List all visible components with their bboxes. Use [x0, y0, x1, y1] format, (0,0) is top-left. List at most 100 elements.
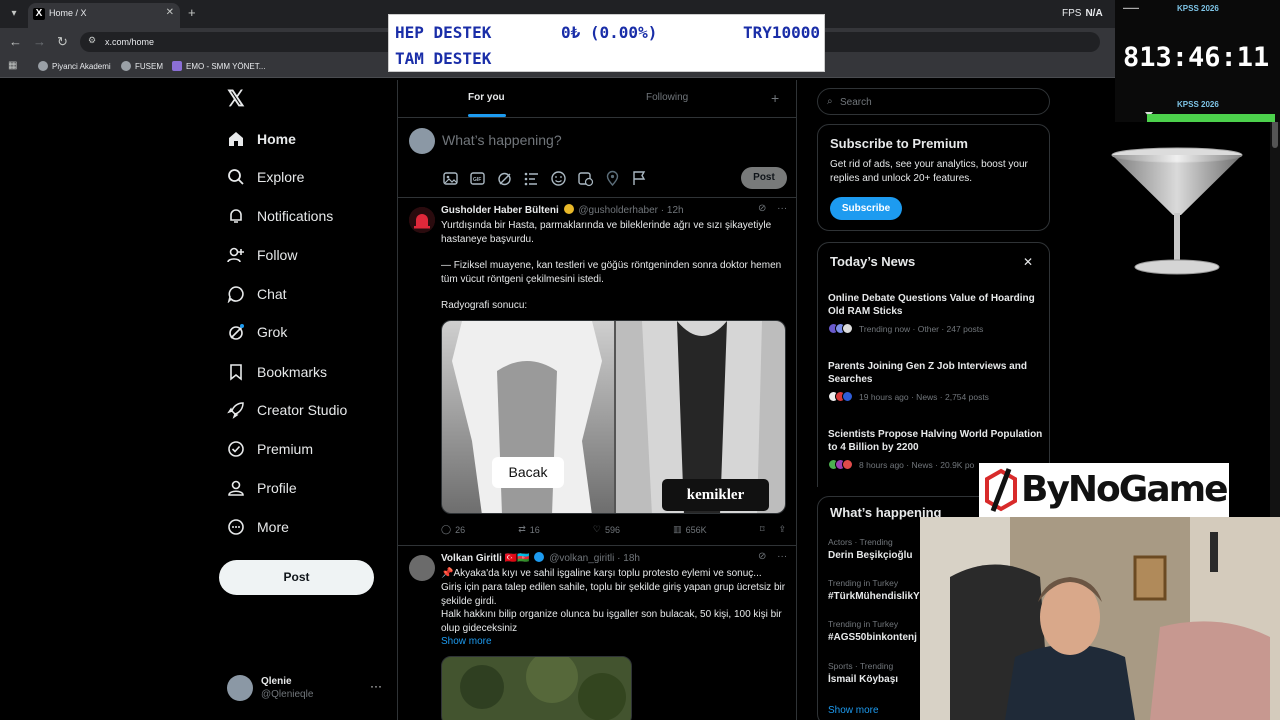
repost-button[interactable]: ⇄ 16	[518, 524, 540, 535]
bookmark-favicon-icon	[172, 61, 182, 71]
tweet-options: ⊘ ···	[758, 551, 787, 562]
share-icon[interactable]: ⇪	[778, 524, 786, 535]
verified-badge-icon	[563, 204, 574, 214]
tweet-video-thumbnail[interactable]	[441, 656, 632, 720]
countdown-label-bottom: KPSS 2026	[1177, 100, 1219, 109]
ellipsis-icon[interactable]: ···	[370, 679, 382, 693]
tab-for-you[interactable]: For you	[468, 92, 505, 103]
browser-tab[interactable]: X Home / X ✕	[28, 3, 180, 28]
tweet[interactable]: Volkan Giritli 🇹🇷🇦🇿 @volkan_giritli · 18…	[398, 546, 797, 720]
poll-icon[interactable]	[523, 170, 540, 187]
news-card: Today’s News ✕ Online Debate Questions V…	[817, 242, 1050, 487]
like-button[interactable]: ♡ 596	[593, 524, 620, 535]
tweet-author-name[interactable]: Volkan Giritli	[441, 553, 502, 564]
tweet-time[interactable]: · 12h	[661, 205, 684, 216]
active-tab-indicator	[468, 114, 506, 117]
avatar	[227, 675, 253, 701]
back-arrow-icon[interactable]: ←	[9, 34, 22, 50]
nav-creator-studio[interactable]: Creator Studio	[227, 398, 347, 422]
reload-icon[interactable]: ↻	[57, 34, 68, 50]
show-more-link[interactable]: Show more	[441, 635, 791, 649]
location-pin-icon[interactable]	[604, 170, 621, 187]
sponsor-name: ByNoGame	[1021, 469, 1229, 510]
schedule-icon[interactable]	[577, 170, 594, 187]
reply-button[interactable]: ◯ 26	[441, 524, 465, 535]
tweet-image[interactable]: Bacak kemikler	[441, 320, 786, 514]
image-icon[interactable]	[442, 170, 459, 187]
search-input[interactable]: Search	[840, 97, 872, 108]
premium-card: Subscribe to Premium Get rid of ads, see…	[817, 124, 1050, 231]
subscribe-button[interactable]: Subscribe	[830, 197, 902, 220]
search-box[interactable]: ⌕ Search	[817, 88, 1050, 115]
nav-chat[interactable]: Chat	[227, 282, 287, 306]
new-tab-plus-icon[interactable]: +	[188, 5, 196, 20]
apps-grid-icon[interactable]: ▦	[8, 60, 17, 71]
news-item[interactable]: Parents Joining Gen Z Job Interviews and…	[828, 360, 1043, 402]
tweet-text-para: Radyografi sonucu:	[441, 300, 528, 311]
views-button[interactable]: ▥ 656K	[673, 524, 707, 535]
tweet-time[interactable]: · 18h	[617, 553, 640, 564]
nav-explore[interactable]: Explore	[227, 165, 304, 189]
bookmark-tweet-button[interactable]: ⌑ ⇪	[760, 524, 786, 535]
view-count: 656K	[685, 524, 707, 535]
gif-icon[interactable]: GIF	[469, 170, 486, 187]
close-icon[interactable]: ✕	[1023, 255, 1033, 269]
nav-follow[interactable]: Follow	[227, 243, 297, 267]
tab-close-icon[interactable]: ✕	[166, 7, 174, 18]
bynogame-mark-icon	[985, 468, 1017, 512]
tweet-author-handle[interactable]: @gusholderhaber	[578, 205, 658, 216]
nav-notifications[interactable]: Notifications	[227, 204, 333, 228]
tweet-author-handle[interactable]: @volkan_giritli	[549, 553, 614, 564]
tab-list-chevron-icon[interactable]: ▾	[4, 4, 24, 24]
avatar[interactable]	[409, 555, 435, 581]
x-logo-icon[interactable]: 𝕏	[227, 88, 245, 110]
composer-post-button[interactable]: Post	[741, 167, 787, 189]
bookmark-item[interactable]: EMO - SMM YÖNET...	[172, 61, 265, 71]
news-meta: 19 hours ago · News · 2,754 posts	[859, 391, 989, 402]
ellipsis-icon[interactable]: ···	[777, 203, 787, 214]
nav-more[interactable]: More	[227, 515, 289, 539]
news-item[interactable]: Online Debate Questions Value of Hoardin…	[828, 292, 1043, 334]
nav-home[interactable]: Home	[227, 127, 296, 151]
nav-grok[interactable]: Grok	[227, 320, 287, 344]
nav-profile[interactable]: Profile	[227, 476, 297, 500]
like-count: 596	[604, 524, 621, 535]
grok-compose-icon[interactable]	[496, 170, 513, 187]
sidebar-post-button[interactable]: Post	[219, 560, 374, 595]
bookmark-item[interactable]: Piyanci Akademi	[38, 61, 111, 71]
forward-arrow-icon[interactable]: →	[33, 34, 46, 50]
news-meta: 8 hours ago · News · 20.9K po	[859, 459, 975, 470]
ellipsis-icon[interactable]: ···	[777, 551, 787, 562]
emoji-icon[interactable]	[550, 170, 567, 187]
nav-explore-label: Explore	[257, 169, 305, 185]
grok-explain-icon[interactable]: ⊘	[758, 203, 766, 214]
grok-explain-icon[interactable]: ⊘	[758, 551, 766, 562]
countdown-overlay: ▬▬▬▬ KPSS 2026 813:46:11 KPSS 2026	[1115, 0, 1280, 122]
nav-grok-label: Grok	[257, 324, 288, 340]
more-circle-icon	[228, 519, 244, 535]
browser-tab-title: Home / X	[49, 8, 87, 18]
tweet-header: Volkan Giritli 🇹🇷🇦🇿 @volkan_giritli · 18…	[441, 552, 640, 564]
tweet-author-name[interactable]: Gusholder Haber Bülteni	[441, 205, 559, 216]
webcam-image	[920, 517, 1280, 720]
bookmark-label: Piyanci Akademi	[52, 61, 111, 71]
tweet-text-line: Giriş için para talep edilen sahile, top…	[441, 582, 786, 607]
image-label-bones: kemikler	[662, 479, 769, 511]
reply-count: 26	[455, 524, 466, 535]
tweet-text-line: 📌Akyaka'da kıyı ve sahil işgaline karşı …	[441, 568, 762, 579]
bookmark-item[interactable]: FUSEM	[121, 61, 163, 71]
account-switcher[interactable]: Qlenie @Qlenieqle ···	[227, 675, 387, 703]
add-feed-plus-icon[interactable]: +	[771, 90, 779, 106]
bookmark-icon: ⌑	[759, 524, 765, 534]
composer-input[interactable]: What’s happening?	[442, 132, 562, 148]
flag-icon[interactable]	[631, 170, 648, 187]
tab-following[interactable]: Following	[646, 92, 688, 103]
nav-premium[interactable]: Premium	[227, 437, 313, 461]
tweet-actions: ◯ 26 ⇄ 16 ♡ 596 ▥ 656K ⌑ ⇪	[441, 524, 786, 535]
nav-bookmarks[interactable]: Bookmarks	[227, 360, 327, 384]
tweet[interactable]: Gusholder Haber Bülteni @gusholderhaber …	[398, 198, 797, 546]
avatar[interactable]	[409, 207, 435, 233]
bookmark-label: EMO - SMM YÖNET...	[186, 61, 266, 71]
site-info-icon[interactable]: ⚙	[88, 35, 96, 46]
address-url[interactable]: x.com/home	[105, 37, 154, 47]
